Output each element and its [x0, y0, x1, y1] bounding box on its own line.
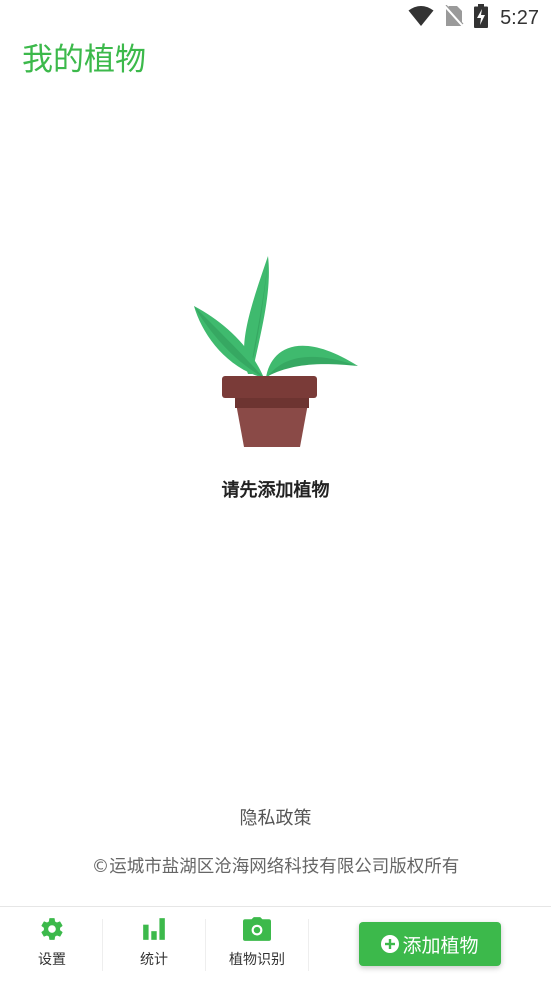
no-sim-icon	[444, 4, 464, 31]
add-plant-label: 添加植物	[402, 934, 479, 957]
nav-divider	[308, 919, 309, 971]
empty-state-message: 请先添加植物	[221, 480, 330, 501]
copyright-text: ©运城市盐湖区沧海网络科技有限公司版权所有	[91, 857, 460, 877]
status-icons: 5:27	[408, 4, 539, 32]
nav-label-plant-identify: 植物识别	[229, 952, 285, 968]
status-time: 5:27	[500, 6, 539, 29]
nav-item-settings[interactable]: 设置	[22, 915, 82, 975]
nav-item-plant-identify[interactable]: 植物识别	[222, 915, 292, 975]
wifi-icon	[408, 5, 434, 31]
page-title: 我的植物	[22, 42, 146, 78]
plus-circle-icon	[381, 935, 400, 953]
potted-plant-icon	[188, 250, 364, 455]
gear-icon	[38, 915, 66, 943]
privacy-policy-link[interactable]: 隐私政策	[0, 806, 551, 832]
add-plant-button[interactable]: 添加植物	[359, 922, 501, 966]
nav-item-statistics[interactable]: 统计	[124, 915, 184, 975]
battery-charging-icon	[474, 4, 489, 32]
nav-label-settings: 设置	[38, 952, 66, 968]
nav-divider	[102, 919, 103, 971]
bottom-nav: 设置 统计 植物识别 添加植物	[0, 906, 551, 982]
camera-icon	[243, 915, 271, 943]
bar-chart-icon	[140, 915, 168, 943]
nav-divider	[205, 919, 206, 971]
status-bar: 5:27	[0, 0, 551, 36]
nav-label-statistics: 统计	[140, 952, 168, 968]
